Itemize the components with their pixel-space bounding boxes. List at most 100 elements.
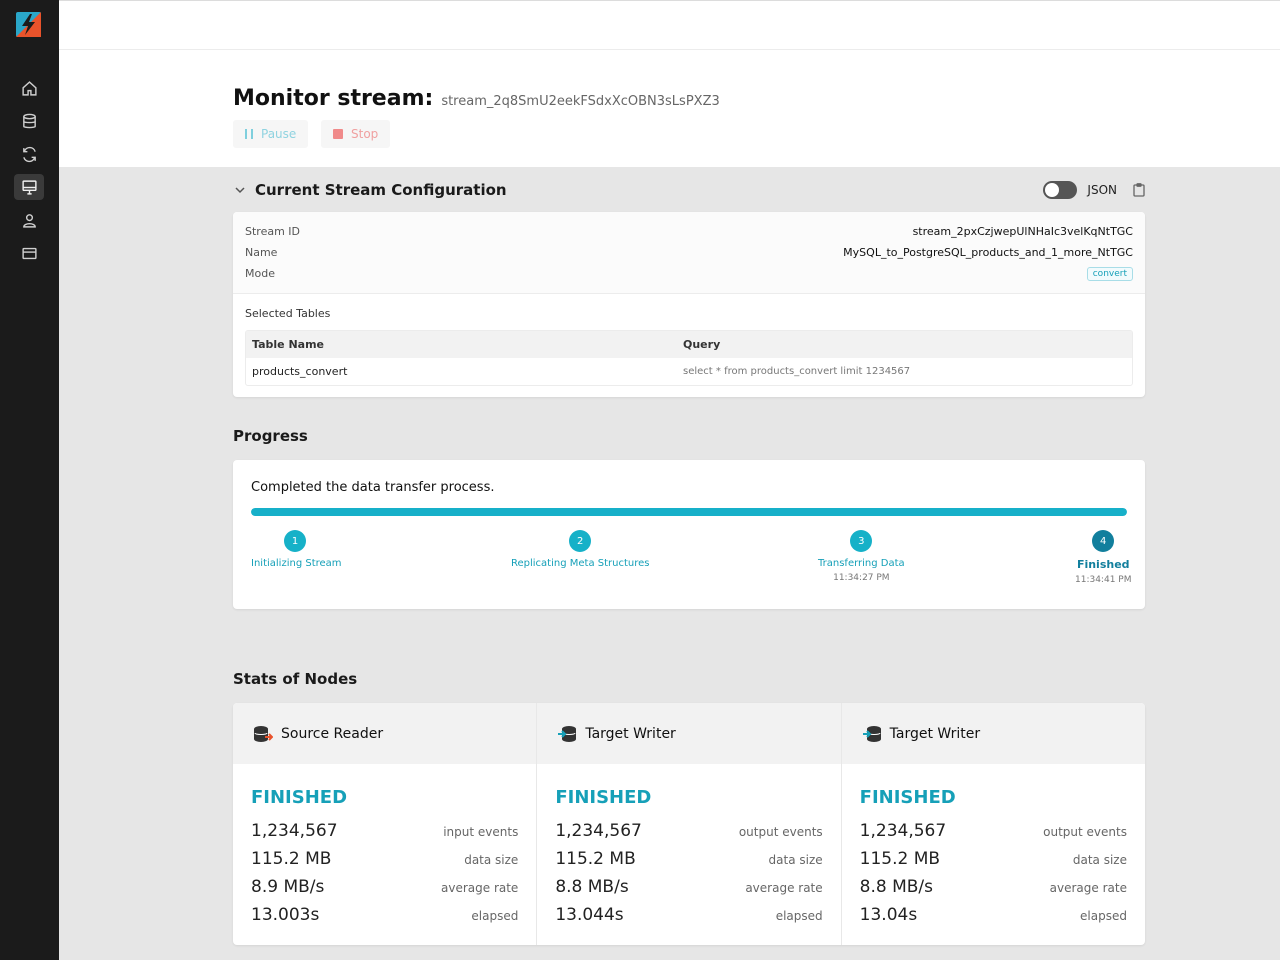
metric-value: 13.003s <box>251 905 320 925</box>
metric-row: 13.003s elapsed <box>251 905 518 925</box>
metric-label: output events <box>738 825 823 839</box>
pause-icon <box>245 129 253 139</box>
nav-user[interactable] <box>14 207 44 233</box>
stream-id-label: stream_2q8SmU2eekFSdxXcOBN3sLsPXZ3 <box>441 94 720 109</box>
node-card-target-writer-1: Target Writer FINISHED 1,234,567 output e… <box>537 703 842 945</box>
metric-label: elapsed <box>471 909 519 923</box>
node-status: FINISHED <box>555 787 652 808</box>
node-title: Target Writer <box>585 725 676 742</box>
selected-tables-table: Table Name Query products_convert select… <box>245 330 1133 386</box>
column-header-table-name: Table Name <box>252 338 324 351</box>
metric-label: data size <box>768 853 823 867</box>
stop-icon <box>333 129 343 139</box>
home-icon <box>21 80 37 96</box>
metric-value: 1,234,567 <box>555 821 642 841</box>
config-section-header: Current Stream Configuration JSON <box>233 178 1145 202</box>
page-title: Monitor stream: stream_2q8SmU2eekFSdxXcO… <box>233 86 720 111</box>
table-header: Table Name Query <box>246 331 1132 358</box>
page-title-text: Monitor stream: <box>233 86 434 111</box>
node-card-source-reader: Source Reader FINISHED 1,234,567 input ev… <box>233 703 538 945</box>
metric-row: 8.8 MB/s average rate <box>555 877 822 897</box>
node-title: Target Writer <box>889 725 981 742</box>
config-key: Mode <box>245 267 275 280</box>
pause-button[interactable]: Pause <box>233 120 309 148</box>
progress-step-1: 1 Initializing Stream <box>251 530 342 569</box>
metric-label: elapsed <box>775 909 823 923</box>
metric-label: data size <box>1072 853 1127 867</box>
sync-icon <box>22 146 36 162</box>
config-rows: Stream ID stream_2pxCzjwepUlNHaIc3velKqN… <box>233 212 1145 294</box>
node-status: FINISHED <box>251 787 348 808</box>
sidebar <box>0 0 59 960</box>
clipboard-icon[interactable] <box>1133 183 1145 197</box>
metric-value: 1,234,567 <box>859 821 947 841</box>
node-header: Target Writer <box>841 703 1145 764</box>
page-header: Monitor stream: stream_2q8SmU2eekFSdxXcO… <box>59 50 1280 167</box>
chevron-down-icon[interactable] <box>233 183 247 197</box>
selected-tables-label: Selected Tables <box>245 307 331 320</box>
metric-value: 8.8 MB/s <box>859 877 934 897</box>
config-row-stream-id: Stream ID stream_2pxCzjwepUlNHaIc3velKqN… <box>245 221 1133 242</box>
column-header-query: Query <box>683 338 721 351</box>
top-bar <box>59 0 1280 50</box>
nav-database[interactable] <box>14 108 44 134</box>
metric-value: 13.04s <box>859 905 918 925</box>
metric-value: 115.2 MB <box>555 849 636 869</box>
progress-step-2: 2 Replicating Meta Structures <box>511 530 649 569</box>
progress-step-4: 4 Finished 11:34:41 PM <box>1075 530 1131 585</box>
nav-billing[interactable] <box>14 240 44 266</box>
metric-row: 115.2 MB data size <box>251 849 518 869</box>
app-logo-icon[interactable] <box>16 12 41 37</box>
stats-title: Stats of Nodes <box>233 670 358 688</box>
config-value: stream_2pxCzjwepUlNHaIc3velKqNtTGC <box>912 225 1133 238</box>
json-toggle[interactable] <box>1043 181 1078 199</box>
stop-button[interactable]: Stop <box>321 120 391 148</box>
config-title: Current Stream Configuration <box>255 181 507 199</box>
card-icon <box>21 247 37 259</box>
metric-label: average rate <box>745 881 823 895</box>
metric-label: average rate <box>1049 881 1127 895</box>
step-number: 4 <box>1092 530 1115 552</box>
metric-value: 8.8 MB/s <box>555 877 629 897</box>
node-status: FINISHED <box>859 787 956 808</box>
nav-home[interactable] <box>14 75 44 101</box>
nav-monitor[interactable] <box>14 174 44 200</box>
step-label: Transferring Data <box>818 558 905 569</box>
step-time: 11:34:41 PM <box>1075 575 1132 585</box>
config-row-mode: Mode convert <box>245 263 1133 284</box>
config-value: MySQL_to_PostgreSQL_products_and_1_more_… <box>843 246 1133 259</box>
metric-row: 8.8 MB/s average rate <box>860 877 1127 897</box>
stats-card: Source Reader FINISHED 1,234,567 input ev… <box>233 703 1145 945</box>
progress-card: Completed the data transfer process. 1 I… <box>233 460 1145 609</box>
step-time: 11:34:27 PM <box>833 573 890 583</box>
mode-badge: convert <box>1086 266 1133 281</box>
metric-value: 8.9 MB/s <box>251 877 325 897</box>
nav-sync[interactable] <box>14 141 44 167</box>
user-icon <box>22 213 36 228</box>
config-key: Name <box>245 246 278 259</box>
json-label: JSON <box>1087 183 1117 197</box>
metric-row: 115.2 MB data size <box>860 849 1127 869</box>
database-icon <box>22 113 36 128</box>
metric-row: 1,234,567 output events <box>555 821 822 841</box>
metric-row: 13.04s elapsed <box>860 905 1127 925</box>
config-key: Stream ID <box>245 225 301 238</box>
pause-label: Pause <box>261 127 297 141</box>
table-cell-query: select * from products_convert limit 123… <box>683 366 911 377</box>
progress-title: Progress <box>233 427 308 445</box>
database-export-icon <box>254 725 273 742</box>
progress-message: Completed the data transfer process. <box>251 480 495 495</box>
table-cell-name: products_convert <box>252 365 348 378</box>
metric-row: 115.2 MB data size <box>555 849 822 869</box>
step-number: 3 <box>850 530 873 552</box>
database-import-icon <box>862 725 881 742</box>
step-number: 1 <box>284 530 306 552</box>
metric-label: input events <box>443 825 519 839</box>
metric-label: average rate <box>441 881 519 895</box>
config-row-name: Name MySQL_to_PostgreSQL_products_and_1_… <box>245 242 1133 263</box>
database-import-icon <box>558 725 577 742</box>
metric-row: 13.044s elapsed <box>555 905 822 925</box>
step-label: Replicating Meta Structures <box>511 558 650 569</box>
step-label: Finished <box>1076 558 1130 571</box>
metric-value: 115.2 MB <box>859 849 941 869</box>
